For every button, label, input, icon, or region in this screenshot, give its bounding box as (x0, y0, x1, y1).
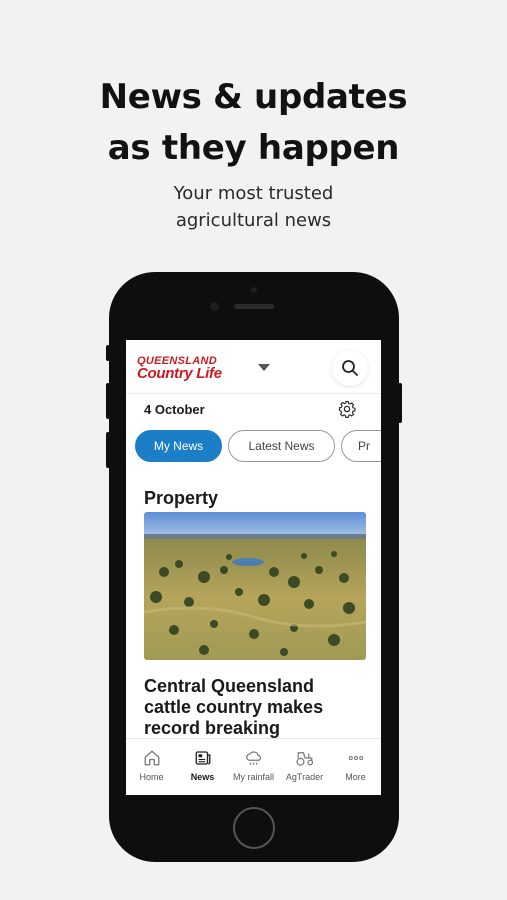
promo-headline-line2: as they happen (107, 128, 400, 168)
nav-item-my-rainfall[interactable]: My rainfall (228, 739, 279, 795)
promo-subhead-line1: Your most trusted (173, 183, 334, 204)
home-icon (144, 750, 159, 766)
phone-camera (210, 302, 219, 311)
current-date: 4 October (144, 402, 205, 417)
promo-subhead: Your most trusted agricultural news (0, 180, 507, 234)
settings-button[interactable] (336, 398, 358, 420)
nav-label-news: News (190, 772, 215, 782)
nav-item-news[interactable]: News (177, 739, 228, 795)
bottom-nav: Home News My rainfall AgTrader More (126, 738, 381, 795)
phone-sensor (251, 287, 257, 293)
nav-item-agtrader[interactable]: AgTrader (279, 739, 330, 795)
nav-label-agtrader: AgTrader (285, 772, 324, 782)
article-headline[interactable]: Central Queensland cattle country makes … (144, 676, 366, 739)
search-icon (342, 360, 358, 376)
phone-speaker (234, 304, 274, 309)
article-image[interactable] (144, 512, 366, 660)
nav-label-more: More (345, 772, 366, 782)
nav-label-my-rainfall: My rainfall (232, 772, 274, 782)
nav-item-more[interactable]: More (330, 739, 381, 795)
phone-home-button[interactable] (233, 807, 275, 849)
rain-cloud-icon (245, 751, 261, 765)
promo-subhead-line2: agricultural news (175, 210, 332, 231)
more-icon (348, 755, 363, 761)
tab-latest-news[interactable]: Latest News (228, 430, 335, 462)
section-title: Property (144, 488, 219, 508)
tractor-icon (296, 752, 313, 766)
tab-my-news[interactable]: My News (135, 430, 222, 462)
chevron-down-icon[interactable] (258, 364, 270, 371)
nav-label-home: Home (139, 772, 164, 782)
promo-headline: News & updates as they happen (0, 72, 507, 174)
app-header: QUEENSLAND Country Life (126, 340, 381, 394)
phone-screen: QUEENSLAND Country Life 4 October My New… (126, 340, 381, 795)
tab-partial[interactable]: Pr (341, 430, 381, 462)
news-tabs: My News Latest News Pr (135, 430, 381, 462)
search-button[interactable] (332, 350, 368, 386)
news-icon (195, 751, 210, 765)
nav-item-home[interactable]: Home (126, 739, 177, 795)
app-logo[interactable]: QUEENSLAND Country Life (137, 356, 222, 382)
promo-headline-line1: News & updates (99, 77, 408, 117)
gear-icon (338, 400, 356, 418)
logo-text-bottom: Country Life (137, 365, 222, 382)
